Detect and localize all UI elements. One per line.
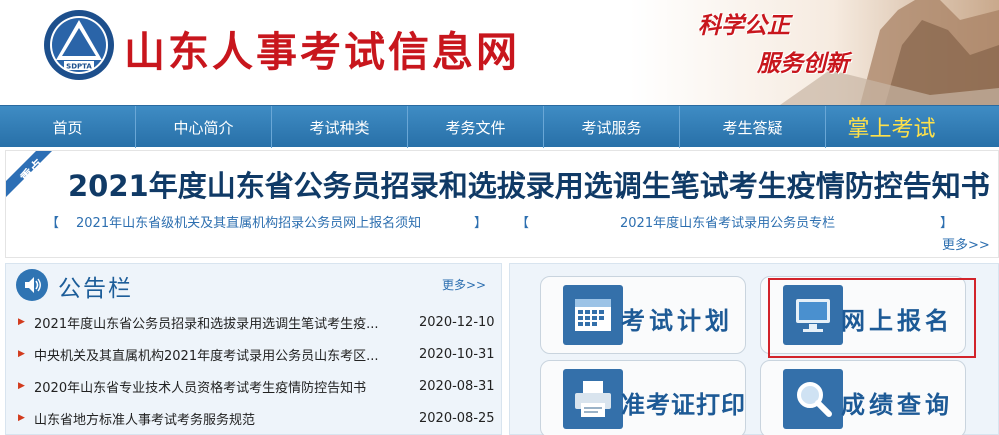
bracket-open-1: 【 [46,216,60,231]
sdpta-logo[interactable]: SDPTA [42,8,116,82]
online-registration-label: 网上报名 [841,306,953,335]
printer-icon [563,369,623,429]
notice-item-date: 2020-08-31 [419,378,495,394]
notice-item[interactable]: ▶ 2021年度山东省公务员招录和选拔录用选调生笔试考生疫... 2020-12… [6,306,501,338]
notice-item-date: 2020-12-10 [419,314,495,330]
bullet-arrow-icon: ▶ [18,381,25,391]
slogan-line-1: 科学公正 [698,12,790,39]
notice-list: ▶ 2021年度山东省公务员招录和选拔录用选调生笔试考生疫... 2020-12… [6,306,501,434]
speaker-icon [16,269,48,301]
notice-board-title: 公告栏 [58,276,133,302]
notice-item-date: 2020-10-31 [419,346,495,362]
headline-more-link[interactable]: 更多>> [942,234,990,253]
slogan-line-2: 服务创新 [757,50,849,77]
sub-link-civil-service-column[interactable]: 2021年度山东省考试录用公务员专栏 [620,212,835,231]
nav-mobile-exam[interactable]: 掌上考试 [826,106,957,148]
nav-exam-types[interactable]: 考试种类 [272,106,408,148]
bracket-open-2: 【 [516,216,530,231]
headline-panel: 重点 2021年度山东省公务员招录和选拔录用选调生笔试考生疫情防控告知书 【 2… [5,150,999,258]
site-name: 山东人事考试信息网 [124,28,520,76]
nav-center-intro[interactable]: 中心简介 [136,106,272,148]
logo-text: SDPTA [66,63,92,71]
magnifier-icon [783,369,843,429]
bullet-arrow-icon: ▶ [18,349,25,359]
headline-title[interactable]: 2021年度山东省公务员招录和选拔录用选调生笔试考生疫情防控告知书 [68,163,990,205]
exam-plan-label: 考试计划 [621,306,733,335]
sub-link-registration-notice[interactable]: 2021年山东省级机关及其直属机构招录公务员网上报名须知 [76,212,421,231]
highlight-ribbon: 重点 [6,151,66,211]
notice-item-title[interactable]: 中央机关及其直属机构2021年度考试录用公务员山东考区... [34,345,404,364]
notice-item-title[interactable]: 2020年山东省专业技术人员资格考试考生疫情防控告知书 [34,377,404,396]
bracket-close-2: 】 [940,216,954,231]
main-nav: 首页 中心简介 考试种类 考务文件 考试服务 考生答疑 掌上考试 [0,105,999,148]
nav-exam-documents[interactable]: 考务文件 [408,106,544,148]
admission-ticket-print-button[interactable]: 准考证打印 [540,360,746,435]
site-header: SDPTA 山东人事考试信息网 科学公正 服务创新 [0,0,999,105]
notice-item-title[interactable]: 山东省地方标准人事考试考务服务规范 [34,409,404,428]
admission-ticket-print-label: 准考证打印 [621,390,746,419]
calendar-icon [563,285,623,345]
notice-item[interactable]: ▶ 山东省地方标准人事考试考务服务规范 2020-08-25 [6,402,501,434]
notice-more-link[interactable]: 更多>> [442,276,486,293]
nav-candidate-faq[interactable]: 考生答疑 [680,106,826,148]
notice-board-header: 公告栏 更多>> [6,264,501,306]
nav-home[interactable]: 首页 [0,106,136,148]
bullet-arrow-icon: ▶ [18,317,25,327]
monitor-icon [783,285,843,345]
exam-plan-button[interactable]: 考试计划 [540,276,746,354]
notice-item-date: 2020-08-25 [419,410,495,426]
bracket-close-1: 】 [474,216,488,231]
online-registration-button[interactable]: 网上报名 [760,276,966,354]
notice-item[interactable]: ▶ 中央机关及其直属机构2021年度考试录用公务员山东考区... 2020-10… [6,338,501,370]
notice-item-title[interactable]: 2021年度山东省公务员招录和选拔录用选调生笔试考生疫... [34,313,404,332]
notice-item[interactable]: ▶ 2020年山东省专业技术人员资格考试考生疫情防控告知书 2020-08-31 [6,370,501,402]
headline-sub-links: 【 2021年山东省级机关及其直属机构招录公务员网上报名须知 】 【 2021年… [46,212,966,232]
score-query-button[interactable]: 成绩查询 [760,360,966,435]
nav-exam-services[interactable]: 考试服务 [544,106,680,148]
notice-board: 公告栏 更多>> ▶ 2021年度山东省公务员招录和选拔录用选调生笔试考生疫..… [5,263,502,435]
score-query-label: 成绩查询 [841,390,953,419]
bullet-arrow-icon: ▶ [18,413,25,423]
